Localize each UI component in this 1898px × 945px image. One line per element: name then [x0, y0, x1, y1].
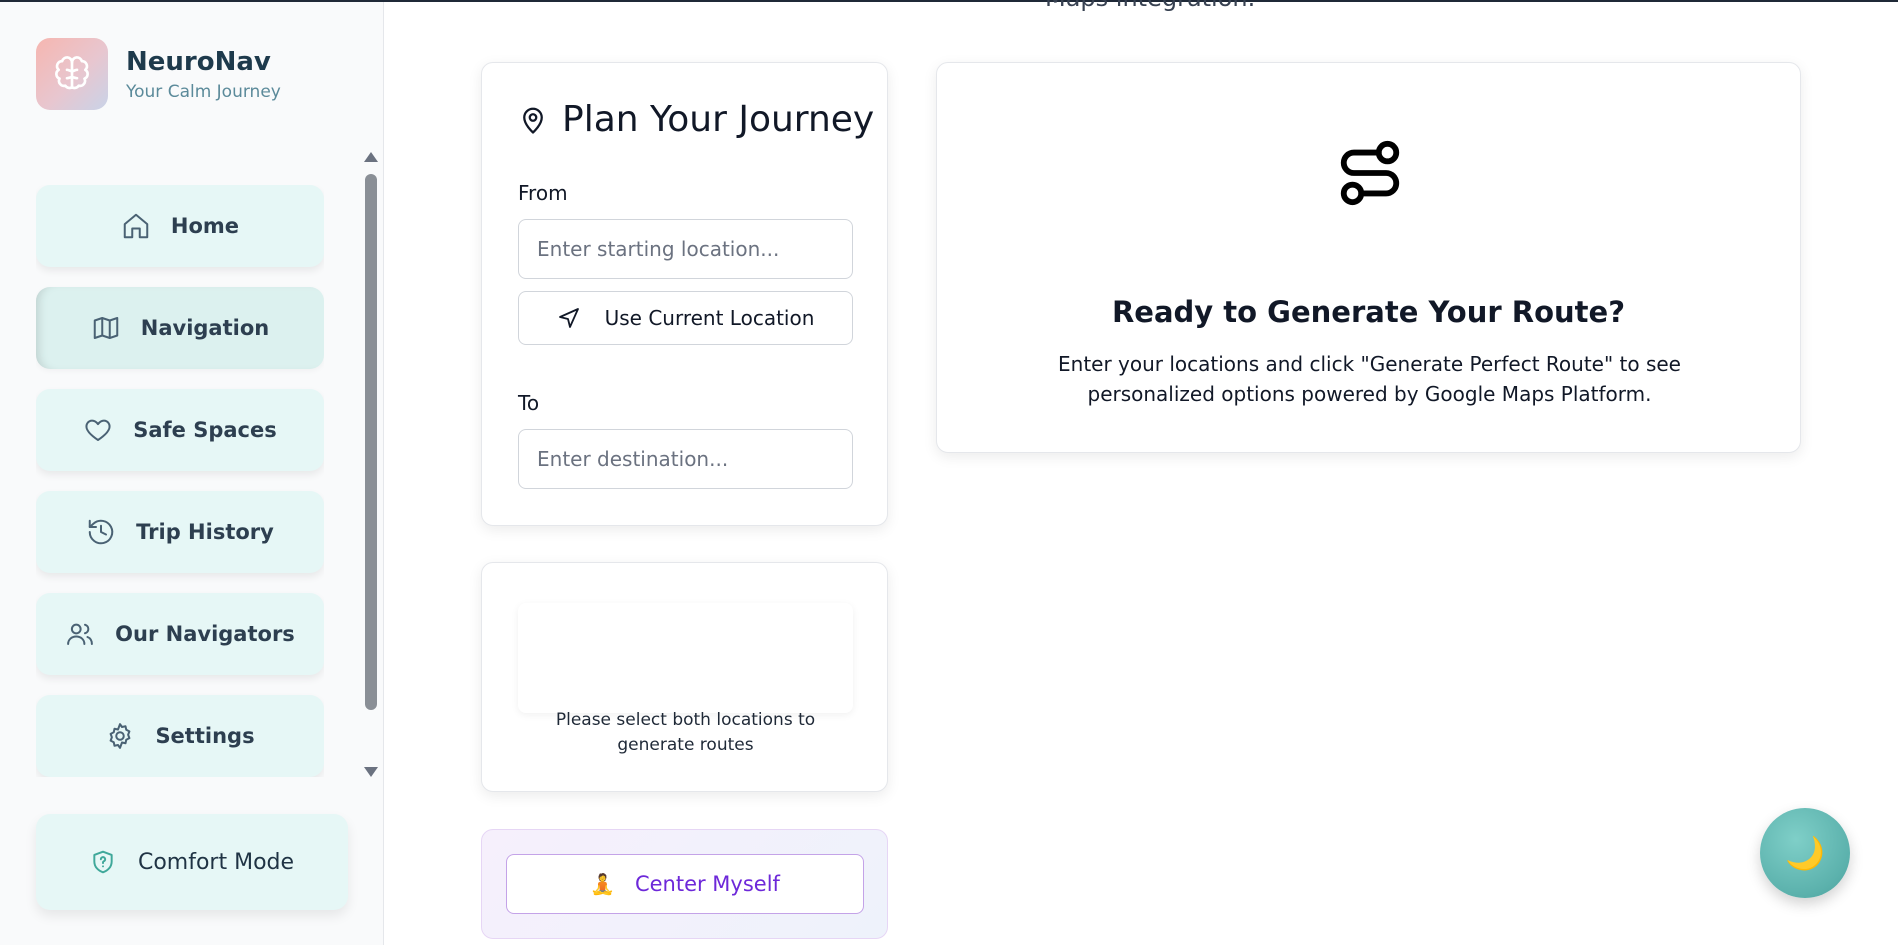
scroll-down-arrow-icon[interactable] [364, 767, 378, 777]
routes-placeholder [518, 603, 853, 713]
center-myself-button[interactable]: 🧘 Center Myself [506, 854, 864, 914]
plan-journey-card: Plan Your Journey From Use Current Locat… [481, 62, 888, 526]
sidebar-item-safe-spaces[interactable]: Safe Spaces [36, 389, 324, 471]
comfort-mode-label: Comfort Mode [137, 849, 295, 875]
sidebar-item-label: Safe Spaces [133, 418, 277, 442]
users-icon [65, 619, 95, 649]
sidebar-item-settings[interactable]: Settings [36, 695, 324, 777]
brand-name: NeuroNav [126, 47, 271, 77]
sidebar-item-label: Our Navigators [115, 622, 295, 646]
sidebar-item-navigation[interactable]: Navigation [36, 287, 324, 369]
map-icon [91, 313, 121, 343]
use-current-location-button[interactable]: Use Current Location [518, 291, 853, 345]
sidebar: NeuroNav Your Calm Journey Home Navigati… [0, 2, 384, 945]
theme-toggle-button[interactable]: 🌙 [1760, 808, 1850, 898]
history-icon [86, 517, 116, 547]
from-label: From [518, 181, 568, 205]
sidebar-item-home[interactable]: Home [36, 185, 324, 267]
route-icon [1335, 135, 1405, 211]
sidebar-item-our-navigators[interactable]: Our Navigators [36, 593, 324, 675]
sidebar-scrollbar[interactable] [362, 152, 378, 777]
to-input[interactable] [518, 429, 853, 489]
plan-title: Plan Your Journey [562, 99, 875, 140]
ready-route-card: Ready to Generate Your Route? Enter your… [936, 62, 1801, 453]
center-myself-card: 🧘 Center Myself [481, 829, 888, 939]
from-input[interactable] [518, 219, 853, 279]
map-pin-icon [518, 103, 548, 137]
ready-description: Enter your locations and click "Generate… [1058, 352, 1681, 406]
brain-icon [36, 38, 108, 110]
heart-icon [83, 415, 113, 445]
meditation-icon: 🧘 [590, 872, 615, 896]
home-icon [121, 211, 151, 241]
brand-subtitle: Your Calm Journey [126, 82, 281, 102]
brand[interactable]: NeuroNav Your Calm Journey [36, 38, 281, 110]
routes-message: Please select both locations to generate… [555, 710, 816, 755]
scrollbar-thumb[interactable] [365, 174, 377, 710]
shield-icon [90, 849, 116, 875]
scroll-up-arrow-icon[interactable] [364, 152, 378, 162]
ready-title: Ready to Generate Your Route? [1111, 295, 1626, 329]
sidebar-item-label: Navigation [140, 316, 270, 340]
page-heading-cut: Maps integration. [1045, 0, 1255, 12]
routes-card: Please select both locations to generate… [481, 562, 888, 792]
comfort-mode-button[interactable]: Comfort Mode [36, 814, 348, 910]
sidebar-item-label: Home [170, 214, 240, 238]
gear-icon [105, 721, 135, 751]
sidebar-item-trip-history[interactable]: Trip History [36, 491, 324, 573]
sidebar-item-label: Settings [155, 724, 255, 748]
use-current-location-label: Use Current Location [604, 306, 815, 330]
center-myself-label: Center Myself [634, 872, 780, 896]
sidebar-item-label: Trip History [136, 520, 274, 544]
sidebar-nav: Home Navigation Safe Spaces Trip History… [36, 185, 324, 777]
to-label: To [518, 391, 540, 415]
navigation-arrow-icon [557, 306, 581, 330]
moon-icon: 🌙 [1785, 834, 1825, 872]
